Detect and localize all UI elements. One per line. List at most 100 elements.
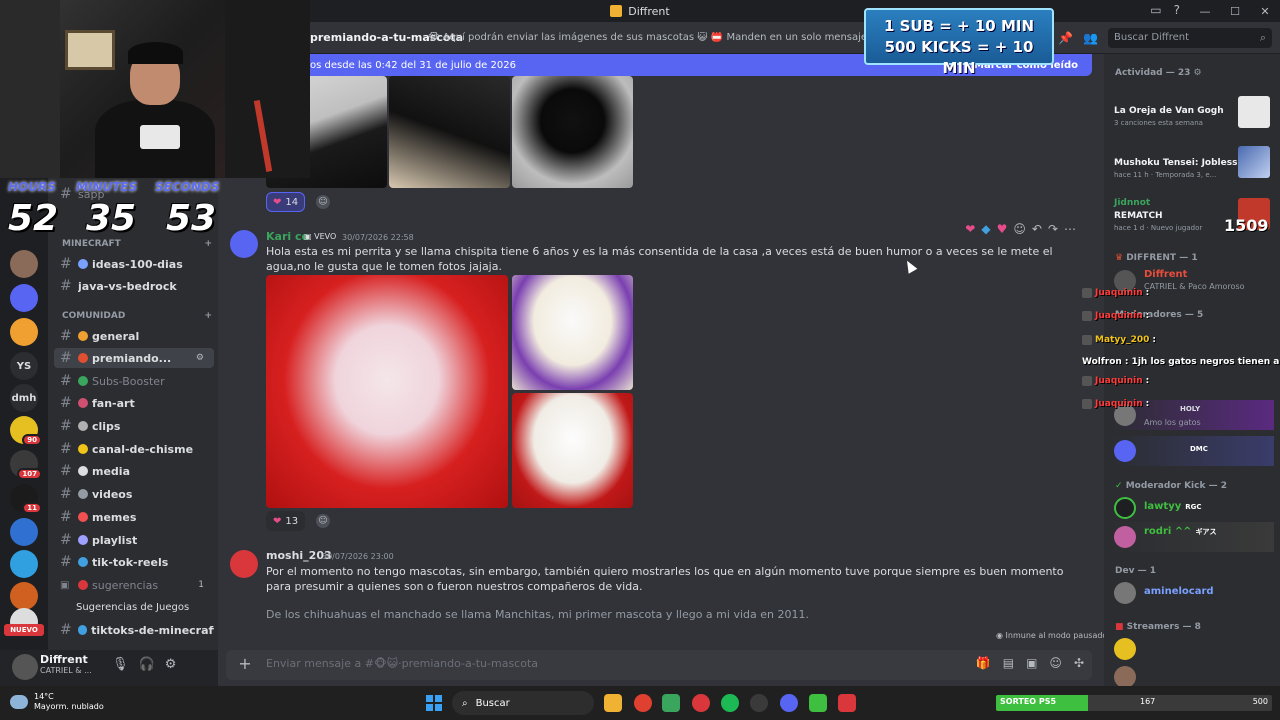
add-reaction-icon[interactable]: ☺ — [316, 195, 330, 209]
activity-item[interactable]: La Oreja de Van Gogh 3 canciones esta se… — [1110, 92, 1274, 132]
taskbar-search[interactable]: ⌕ Buscar — [452, 691, 594, 715]
reaction-heart[interactable]: ❤ 13 — [266, 511, 306, 531]
weather-widget[interactable]: 14°C Mayorm. nublado — [10, 692, 104, 712]
heart-icon[interactable]: ♥ — [997, 222, 1008, 236]
channel-item[interactable]: # canal-de-chisme — [54, 439, 214, 459]
start-button[interactable] — [426, 695, 442, 711]
server-icon[interactable] — [10, 250, 38, 278]
attachment-image[interactable] — [512, 393, 633, 508]
activity-item[interactable]: Mushoku Tensei: Jobless R... hace 11 h ·… — [1110, 144, 1274, 184]
category-comunidad[interactable]: COMUNIDAD + — [62, 311, 212, 321]
plus-icon[interactable]: + — [204, 239, 212, 249]
inbox-icon[interactable]: ▭ — [1150, 3, 1161, 17]
channel-item[interactable]: # general — [54, 326, 214, 346]
heart-icon: ❤ — [273, 196, 282, 208]
emoji-icon[interactable]: ☺ — [1049, 656, 1062, 670]
channel-item-active[interactable]: # premiando... ⚙ — [54, 348, 214, 368]
discord-icon[interactable] — [780, 694, 798, 712]
maximize-button[interactable]: ☐ — [1220, 0, 1250, 22]
kick-icon[interactable] — [809, 694, 827, 712]
forward-icon[interactable]: ↷ — [1048, 222, 1058, 236]
channel-item[interactable]: # clips — [54, 416, 214, 436]
member-item[interactable] — [1110, 634, 1274, 664]
channel-item[interactable]: ▣ sugerencias 1 — [54, 575, 214, 595]
headphones-icon[interactable]: 🎧 — [139, 657, 155, 672]
channel-item[interactable]: # Subs-Booster — [54, 371, 214, 391]
server-ys[interactable]: YS — [10, 352, 38, 380]
channel-item[interactable]: # tik-tok-reels — [54, 552, 214, 572]
chat-line: Juaquinin: — [1082, 376, 1149, 386]
gif-icon[interactable]: ▤ — [1003, 656, 1014, 670]
minimize-button[interactable]: — — [1190, 0, 1220, 22]
channel-item[interactable]: # java-vs-bedrock — [54, 276, 214, 296]
app-icon[interactable] — [750, 694, 768, 712]
chrome-icon[interactable] — [634, 694, 652, 712]
attachment-image[interactable] — [512, 76, 633, 188]
app-icon[interactable] — [838, 694, 856, 712]
members-icon[interactable]: 👥 — [1083, 31, 1098, 45]
channel-item[interactable]: # tiktoks-de-minecraft — [54, 620, 214, 640]
add-reaction-icon[interactable]: ☺ — [316, 514, 330, 528]
channel-item[interactable]: # videos — [54, 484, 214, 504]
attachment-image[interactable] — [389, 76, 510, 188]
channel-item[interactable]: # ideas-100-dias — [54, 254, 214, 274]
apps-icon[interactable]: ✣ — [1074, 656, 1084, 670]
server-icon[interactable] — [10, 582, 38, 610]
message-author[interactable]: Kari ce — [266, 230, 309, 243]
more-icon[interactable]: ⋯ — [1064, 222, 1076, 236]
attachment-image[interactable] — [512, 275, 633, 390]
role-header: ■ Streamers — 8 — [1115, 622, 1201, 632]
minecraft-icon[interactable] — [662, 694, 680, 712]
plus-icon[interactable]: + — [204, 311, 212, 321]
channel-item[interactable]: # memes — [54, 507, 214, 527]
avatar[interactable] — [230, 230, 258, 258]
gear-icon[interactable]: ⚙ — [196, 353, 204, 363]
message-toolbar: ❤ ◆ ♥ ☺ ↶ ↷ ⋯ — [965, 218, 1076, 240]
channel-item[interactable]: # media — [54, 461, 214, 481]
avatar[interactable] — [12, 654, 38, 680]
member-item[interactable]: DMC — [1110, 436, 1274, 466]
member-item[interactable] — [1110, 662, 1274, 686]
file-explorer-icon[interactable] — [604, 694, 622, 712]
member-item[interactable]: lawtyy RGC — [1110, 493, 1274, 523]
server-icon[interactable] — [10, 284, 38, 312]
channel-item[interactable]: # playlist — [54, 530, 214, 550]
show-thumbnail — [1238, 146, 1270, 178]
thread-item[interactable]: Sugerencias de Juegos — [76, 602, 189, 613]
search-input[interactable]: Buscar Diffrent ⌕ — [1108, 28, 1272, 48]
server-icon[interactable]: 11 — [10, 484, 42, 514]
gift-icon[interactable]: 🎁 — [976, 656, 991, 670]
unread-badge: 107 — [17, 468, 42, 480]
server-icon[interactable] — [10, 550, 38, 578]
message-composer[interactable]: + Enviar mensaje a #🐵😺·premiando-a-tu-ma… — [226, 650, 1092, 680]
reply-icon[interactable]: ↶ — [1032, 222, 1042, 236]
gear-icon[interactable]: ⚙ — [165, 657, 177, 672]
pin-icon[interactable]: 📌 — [1058, 31, 1073, 45]
server-icon[interactable] — [10, 318, 38, 346]
upload-plus-icon[interactable]: + — [236, 655, 254, 673]
channel-item[interactable]: # fan-art — [54, 393, 214, 413]
spotify-icon[interactable] — [721, 694, 739, 712]
category-minecraft[interactable]: MINECRAFT + — [62, 239, 212, 249]
microphone-icon[interactable]: 🎙 — [112, 657, 129, 672]
paused-notice: ◉ Inmune al modo pausado — [996, 631, 1108, 640]
member-item[interactable]: rodri ^^ ギアス — [1110, 522, 1274, 552]
sticker-icon[interactable]: ▣ — [1026, 656, 1037, 670]
server-icon[interactable]: 90 — [10, 416, 42, 446]
help-icon[interactable]: ? — [1174, 3, 1180, 17]
attachment-image[interactable] — [266, 275, 508, 508]
add-reaction-icon[interactable]: ☺ — [1013, 222, 1026, 236]
member-item[interactable]: aminelocard — [1110, 578, 1274, 608]
close-button[interactable]: ✕ — [1250, 0, 1280, 22]
server-icon[interactable]: 107 — [10, 450, 42, 480]
server-dmh[interactable]: dmh — [10, 384, 38, 412]
sub-line-2: 500 KICKS = + 10 MIN — [884, 38, 1034, 77]
avatar[interactable] — [230, 550, 258, 578]
gear-icon[interactable]: ⚙ — [1194, 68, 1202, 78]
forum-icon: ▣ — [60, 579, 70, 591]
reaction-heart[interactable]: ❤ 14 — [266, 192, 306, 212]
server-icon[interactable] — [10, 518, 38, 546]
reaction-icon[interactable]: ❤ — [965, 222, 975, 236]
emoji-icon[interactable]: ◆ — [981, 222, 990, 236]
opera-icon[interactable] — [692, 694, 710, 712]
